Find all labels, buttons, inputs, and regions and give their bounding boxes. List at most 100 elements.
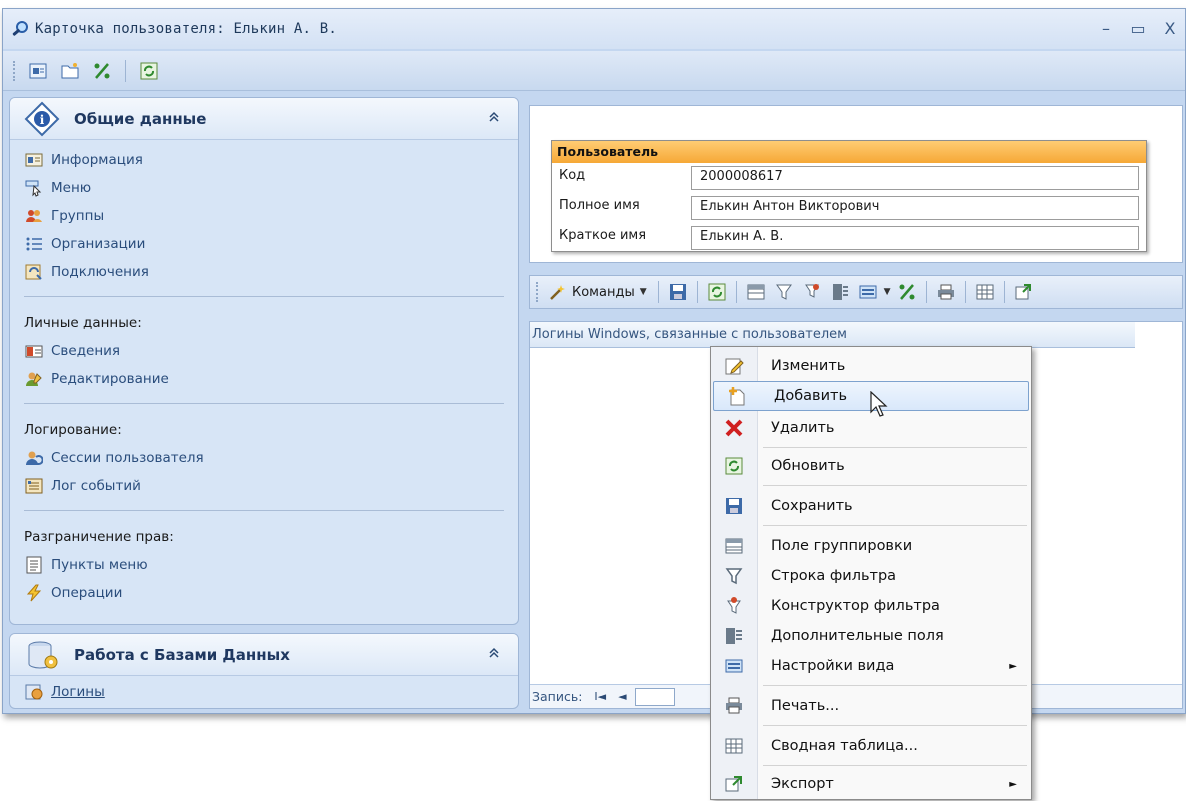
sidebar-item-details[interactable]: Сведения [24,337,518,365]
menu-item-export[interactable]: Экспорт ► [711,769,1031,799]
dropdown-arrow-icon: ▼ [639,287,647,297]
group-field-icon[interactable] [744,280,768,304]
info-diamond-icon: i [22,99,62,139]
short-name-field[interactable]: Елькин А. В. [691,226,1139,250]
sidebar-item-label: Информация [51,152,143,168]
wand-icon [550,285,565,300]
general-panel-header[interactable]: i Общие данные [10,98,518,140]
lightning-icon [24,583,44,603]
percent-icon[interactable] [895,280,919,304]
percent-icon[interactable] [90,59,114,83]
field-row-short-name: Краткое имя Елькин А. В. [552,223,1146,253]
menu-item-extra-fields[interactable]: Дополнительные поля [711,621,1031,651]
menu-item-label: Сохранить [771,498,853,514]
grid-toolbar: Команды ▼ ▼ [529,275,1183,309]
refresh-icon [723,455,745,477]
sidebar-item-logins[interactable]: Логины [24,678,518,706]
menu-separator [763,525,1027,526]
folder-icon[interactable] [58,59,82,83]
databases-panel-title: Работа с Базами Данных [74,645,290,664]
extra-fields-icon[interactable] [828,280,852,304]
save-icon [723,495,745,517]
sidebar-item-info[interactable]: Информация [24,146,518,174]
record-number-field[interactable] [634,687,675,706]
previous-record-button[interactable]: ◄ [618,690,626,703]
sidebar-item-groups[interactable]: Группы [24,202,518,230]
refresh-icon[interactable] [137,59,161,83]
sidebar-item-event-log[interactable]: Лог событий [24,472,518,500]
menu-item-label: Экспорт [771,776,834,792]
sidebar-item-label: Подключения [51,264,149,280]
sidebar-item-organizations[interactable]: Организации [24,230,518,258]
filter-builder-icon[interactable] [800,280,824,304]
menu-item-pivot-table[interactable]: Сводная таблица... [711,731,1031,761]
menu-item-label: Поле группировки [771,538,913,554]
window-title: Карточка пользователя: Елькин А. В. [35,21,338,37]
sidebar-item-operations[interactable]: Операции [24,579,518,607]
refresh-icon[interactable] [705,280,729,304]
close-button[interactable]: X [1161,19,1179,38]
menu-item-filter-row[interactable]: Строка фильтра [711,561,1031,591]
full-name-field[interactable]: Елькин Антон Викторович [691,196,1139,220]
login-icon [24,682,44,702]
pivot-table-icon[interactable] [973,280,997,304]
menu-item-label: Дополнительные поля [771,628,944,644]
grid-column-header[interactable]: Логины Windows, связанные с пользователе… [530,322,1135,348]
view-settings-icon [723,655,745,677]
export-icon[interactable] [1012,280,1036,304]
sidebar-item-menu[interactable]: Меню [24,174,518,202]
menu-item-label: Добавить [774,388,847,404]
toolbar-separator [925,281,927,303]
sidebar-item-label: Организации [51,236,146,252]
menu-item-label: Печать... [771,698,840,714]
code-field[interactable]: 2000008617 [691,166,1139,190]
user-card: Пользователь Код 2000008617 Полное имя Е… [551,140,1147,252]
sidebar-item-sessions[interactable]: Сессии пользователя [24,444,518,472]
databases-panel-header[interactable]: Работа с Базами Данных [10,634,518,676]
maximize-button[interactable]: ▭ [1129,19,1147,38]
field-label: Краткое имя [559,228,647,243]
sidebar-item-label: Сведения [51,343,121,359]
collapse-chevron-icon[interactable] [488,108,500,127]
title-bar[interactable]: Карточка пользователя: Елькин А. В. – ▭ … [3,9,1185,49]
toolbar-separator [125,59,126,82]
field-label: Полное имя [559,198,640,213]
first-record-button[interactable]: I◄ [594,690,606,703]
sidebar-item-label: Логины [51,684,105,700]
toolbar-separator [1003,281,1005,303]
sidebar-item-editing[interactable]: Редактирование [24,365,518,393]
menu-item-refresh[interactable]: Обновить [711,451,1031,481]
toolbar-grip[interactable] [536,282,539,302]
menu-item-print[interactable]: Печать... [711,691,1031,721]
view-settings-icon[interactable] [856,280,880,304]
save-icon[interactable] [666,280,690,304]
menu-item-view-settings[interactable]: Настройки вида ► [711,651,1031,681]
filter-builder-icon [723,595,745,617]
sidebar-item-connections[interactable]: Подключения [24,258,518,286]
menu-item-filter-builder[interactable]: Конструктор фильтра [711,591,1031,621]
minimize-button[interactable]: – [1097,19,1115,38]
user-card-area: Пользователь Код 2000008617 Полное имя Е… [529,105,1183,263]
menu-item-save[interactable]: Сохранить [711,491,1031,521]
commands-button[interactable]: Команды ▼ [545,283,651,301]
print-icon[interactable] [934,280,958,304]
user-card-header: Пользователь [552,141,1146,163]
menu-item-group-field[interactable]: Поле группировки [711,531,1031,561]
card-icon[interactable] [26,59,50,83]
divider [24,510,504,511]
magnifier-icon [11,20,29,38]
sidebar-item-menu-entries[interactable]: Пункты меню [24,551,518,579]
menu-separator [763,765,1027,766]
submenu-arrow-icon: ► [1009,660,1017,672]
edit-icon [723,355,745,377]
sidebar-item-label: Операции [51,585,123,601]
menu-item-edit[interactable]: Изменить [711,351,1031,381]
toolbar-grip[interactable] [13,60,16,81]
filter-icon [723,565,745,587]
filter-icon[interactable] [772,280,796,304]
dropdown-arrow-icon[interactable]: ▼ [884,287,891,297]
collapse-chevron-icon[interactable] [488,644,500,663]
user-edit-icon [24,369,44,389]
submenu-arrow-icon: ► [1009,778,1017,790]
general-panel-title: Общие данные [74,109,207,128]
